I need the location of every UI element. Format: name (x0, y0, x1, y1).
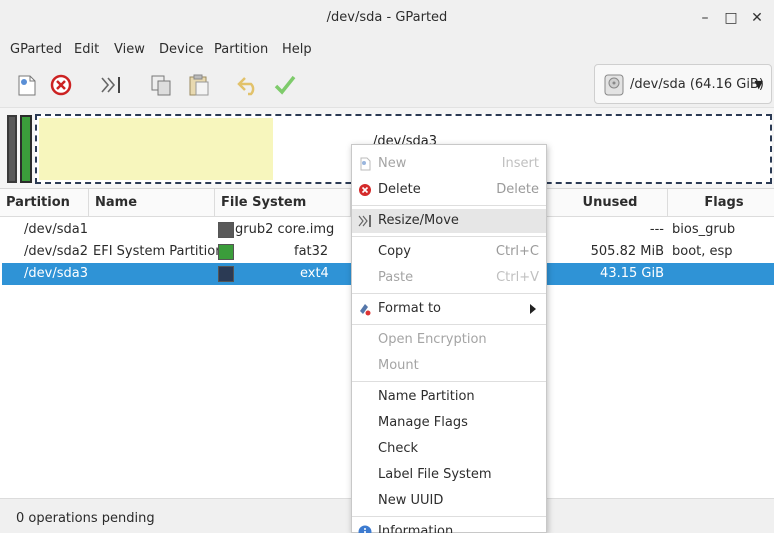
menu-item-copy[interactable]: Copy Ctrl+C (352, 240, 546, 264)
delete-icon (358, 183, 372, 197)
menu-item-delete[interactable]: Delete Delete (352, 178, 546, 202)
submenu-arrow-icon (530, 304, 536, 314)
harddisk-icon (604, 74, 624, 96)
format-icon (358, 302, 372, 316)
menu-separator (352, 381, 546, 382)
fs-color-swatch (218, 222, 234, 238)
menu-separator (352, 516, 546, 517)
maximize-button[interactable]: □ (722, 9, 740, 27)
menu-separator (352, 324, 546, 325)
cell-name: EFI System Partition (93, 244, 224, 259)
device-selector[interactable]: /dev/sda (64.16 GiB) ▼ (594, 64, 772, 104)
paste-icon[interactable] (186, 72, 212, 98)
menu-item-paste[interactable]: Paste Ctrl+V (352, 266, 546, 290)
status-text: 0 operations pending (16, 511, 155, 526)
toolbar: /dev/sda (64.16 GiB) ▼ (0, 62, 774, 108)
cell-flags: boot, esp (672, 244, 733, 259)
menu-bar: GParted Edit View Device Partition Help (0, 38, 774, 62)
undo-icon[interactable] (236, 72, 262, 98)
menu-item-new[interactable]: New Insert (352, 152, 546, 176)
copy-icon[interactable] (148, 72, 174, 98)
info-icon (358, 525, 372, 533)
delete-icon[interactable] (48, 72, 74, 98)
column-flags[interactable]: Flags (668, 189, 774, 217)
cell-partition: /dev/sda1 (24, 222, 88, 237)
cell-unused: 43.15 GiB (600, 266, 664, 281)
column-partition[interactable]: Partition (0, 189, 89, 217)
fs-color-swatch (218, 244, 234, 260)
menu-item-resize-move[interactable]: Resize/Move (352, 209, 546, 233)
close-button[interactable]: ✕ (748, 9, 766, 27)
chevron-down-icon: ▼ (754, 78, 763, 91)
cell-filesystem: fat32 (294, 244, 329, 259)
diskmap-sda1[interactable] (7, 115, 17, 183)
menu-item-open-encryption[interactable]: Open Encryption (352, 328, 546, 352)
menu-separator (352, 205, 546, 206)
cell-flags: bios_grub (672, 222, 736, 237)
menu-device[interactable]: Device (159, 42, 203, 57)
menu-partition[interactable]: Partition (214, 42, 268, 57)
menu-edit[interactable]: Edit (74, 42, 99, 57)
menu-item-format-to[interactable]: Format to (352, 297, 546, 321)
partition-context-menu: New Insert Delete Delete Resize/Move Cop… (351, 144, 547, 533)
cell-filesystem: grub2 core.img (235, 222, 335, 237)
menu-item-information[interactable]: Information (352, 520, 546, 533)
menu-separator (352, 236, 546, 237)
cell-partition: /dev/sda2 (24, 244, 88, 259)
window-title: /dev/sda - GParted (326, 10, 448, 25)
new-partition-icon (358, 157, 372, 171)
resize-move-icon[interactable] (98, 72, 124, 98)
menu-item-label-file-system[interactable]: Label File System (352, 463, 546, 487)
menu-item-new-uuid[interactable]: New UUID (352, 489, 546, 513)
cell-filesystem: ext4 (300, 266, 329, 281)
cell-unused: --- (649, 222, 664, 237)
menu-item-name-partition[interactable]: Name Partition (352, 385, 546, 409)
column-unused[interactable]: Unused (547, 189, 668, 217)
diskmap-sda3-used (39, 118, 273, 180)
menu-help[interactable]: Help (282, 42, 312, 57)
apply-icon[interactable] (272, 72, 298, 98)
menu-item-check[interactable]: Check (352, 437, 546, 461)
column-name[interactable]: Name (89, 189, 215, 217)
new-partition-icon[interactable] (14, 72, 40, 98)
device-label: /dev/sda (64.16 GiB) (630, 77, 764, 92)
diskmap-sda2[interactable] (20, 115, 32, 183)
menu-gparted[interactable]: GParted (10, 42, 62, 57)
fs-color-swatch (218, 266, 234, 282)
cell-partition: /dev/sda3 (24, 266, 88, 281)
title-bar: /dev/sda - GParted – □ ✕ (0, 0, 774, 38)
menu-view[interactable]: View (114, 42, 145, 57)
column-filesystem[interactable]: File System (215, 189, 351, 217)
menu-item-manage-flags[interactable]: Manage Flags (352, 411, 546, 435)
minimize-button[interactable]: – (696, 9, 714, 27)
menu-separator (352, 293, 546, 294)
cell-unused: 505.82 MiB (590, 244, 664, 259)
resize-move-icon (358, 214, 372, 228)
menu-item-mount[interactable]: Mount (352, 354, 546, 378)
